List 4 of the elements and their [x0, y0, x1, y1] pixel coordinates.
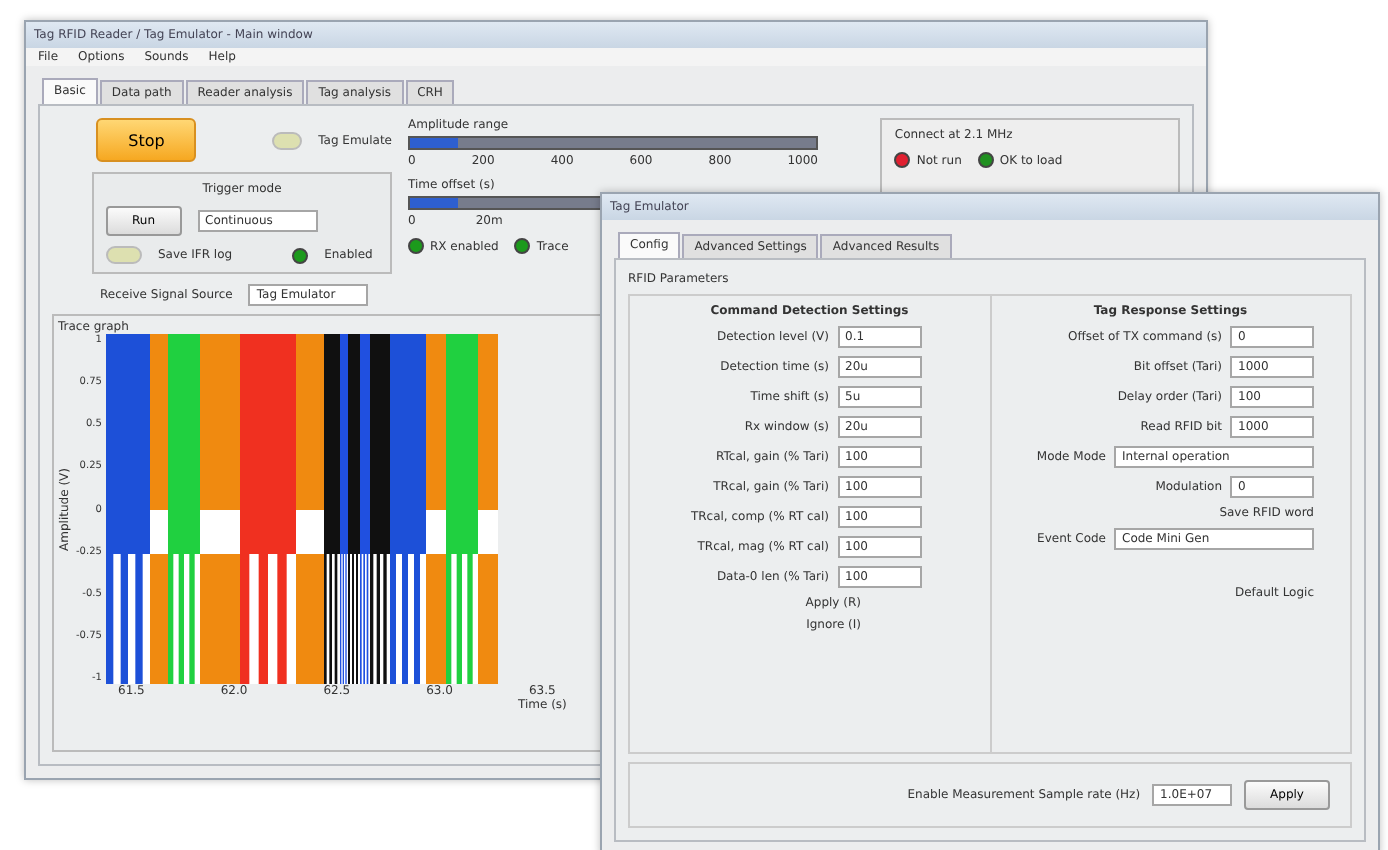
slider-track[interactable] — [408, 136, 818, 150]
stop-button[interactable]: Stop — [96, 118, 197, 162]
toggle-switch[interactable] — [106, 246, 142, 264]
toggle-switch[interactable] — [272, 131, 303, 149]
